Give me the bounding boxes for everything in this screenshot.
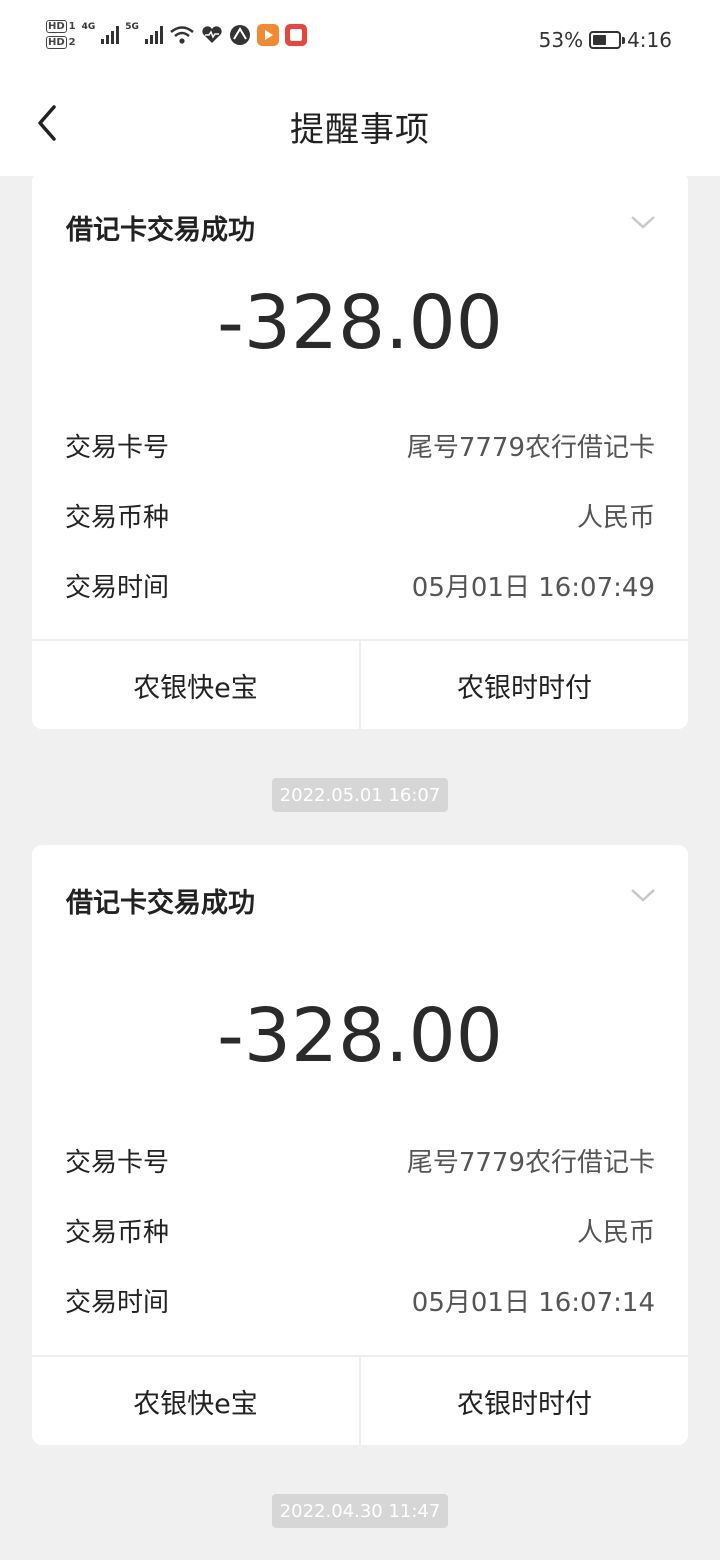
detail-row-currency: 交易币种 人民币 (65, 497, 655, 537)
signal-icon (144, 25, 163, 44)
hd-indicator-2: HD 2 (46, 36, 76, 49)
status-icons-left: HD 1 HD 2 4G 5G (46, 20, 307, 49)
detail-value: 人民币 (576, 503, 655, 533)
card-actions: 农银快e宝 农银时时付 (32, 1355, 688, 1445)
detail-row-currency: 交易币种 人民币 (65, 1212, 655, 1252)
network-type-5g: 5G (125, 21, 139, 32)
detail-value: 尾号7779农行借记卡 (406, 433, 655, 463)
network-type-4g: 4G (81, 21, 96, 32)
detail-value: 人民币 (576, 1218, 655, 1248)
message-card: 借记卡交易成功 -328.00 交易卡号 尾号7779农行借记卡 交易币种 人民… (32, 845, 688, 1445)
page-title: 提醒事项 (290, 110, 430, 150)
detail-row-card: 交易卡号 尾号7779农行借记卡 (65, 1142, 655, 1182)
timestamp-badge: 2022.04.30 11:47 (272, 1494, 448, 1528)
detail-label: 交易卡号 (65, 1148, 170, 1178)
video-app-icon (256, 23, 279, 46)
detail-label: 交易时间 (65, 573, 170, 603)
wifi-icon (170, 25, 194, 44)
status-bar: HD 1 HD 2 4G 5G 53% 4:16 (0, 0, 720, 82)
transaction-amount: -328.00 (217, 280, 503, 366)
shi-shi-fu-button[interactable]: 农银时时付 (359, 1357, 688, 1445)
hd-indicators: HD 1 HD 2 (46, 20, 76, 49)
detail-value: 05月01日 16:07:49 (411, 573, 655, 603)
chevron-down-icon[interactable] (628, 208, 658, 238)
transaction-amount: -328.00 (217, 993, 503, 1079)
card-actions: 农银快e宝 农银时时付 (32, 639, 688, 729)
message-card: 借记卡交易成功 -328.00 交易卡号 尾号7779农行借记卡 交易币种 人民… (32, 172, 688, 729)
card-title: 借记卡交易成功 (66, 888, 255, 919)
hd-indicator-1: HD 1 (46, 20, 76, 33)
chevron-down-icon[interactable] (628, 881, 658, 911)
battery-fill (593, 35, 607, 45)
card-title: 借记卡交易成功 (66, 215, 255, 246)
detail-value: 尾号7779农行借记卡 (406, 1148, 655, 1178)
battery-percent: 53% (538, 28, 584, 52)
nav-bar: 提醒事项 (0, 82, 720, 176)
shi-shi-fu-button[interactable]: 农银时时付 (359, 641, 688, 729)
detail-label: 交易币种 (65, 1218, 170, 1248)
detail-value: 05月01日 16:07:14 (411, 1288, 655, 1318)
clock: 4:16 (627, 28, 672, 52)
detail-row-card: 交易卡号 尾号7779农行借记卡 (65, 427, 655, 467)
signal-icon (101, 25, 120, 44)
detail-label: 交易币种 (65, 503, 170, 533)
kuai-e-bao-button[interactable]: 农银快e宝 (32, 1357, 359, 1445)
kuai-e-bao-button[interactable]: 农银快e宝 (32, 641, 359, 729)
health-heart-icon (202, 25, 222, 43)
detail-row-time: 交易时间 05月01日 16:07:14 (65, 1282, 655, 1322)
browser-icon (229, 24, 250, 45)
status-icons-right: 53% 4:16 (539, 28, 672, 52)
reader-app-icon (284, 23, 307, 46)
detail-label: 交易卡号 (65, 433, 170, 463)
detail-label: 交易时间 (65, 1288, 170, 1318)
detail-row-time: 交易时间 05月01日 16:07:49 (65, 567, 655, 607)
battery-icon (589, 31, 626, 49)
timestamp-badge: 2022.05.01 16:07 (272, 778, 448, 812)
